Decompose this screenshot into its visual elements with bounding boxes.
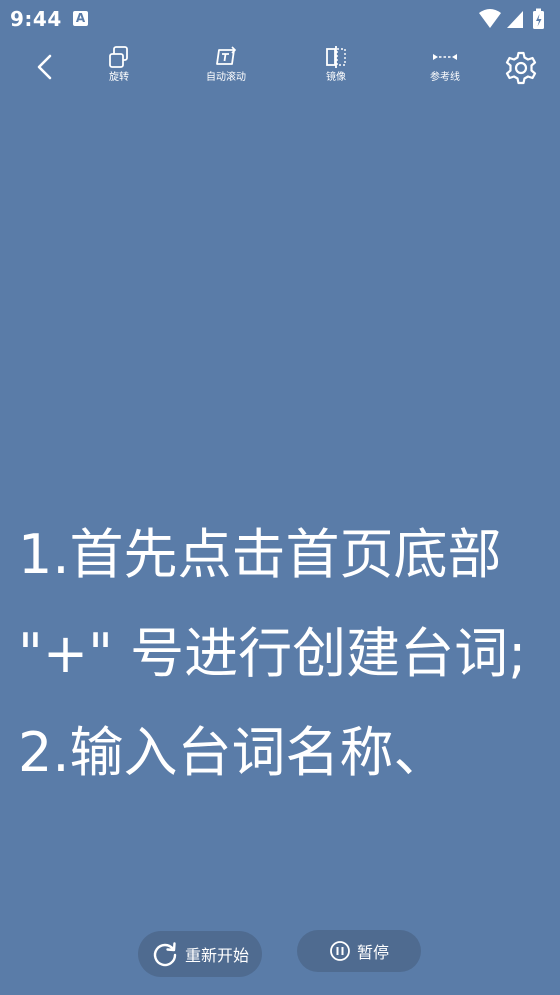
pause-button[interactable]: 暂停 [297, 930, 421, 972]
mirror-icon [326, 46, 346, 68]
wifi-icon [479, 9, 501, 28]
pause-icon [330, 941, 350, 961]
guide-line-icon [433, 54, 457, 60]
rotate-icon [109, 46, 128, 68]
auto-scroll-label: 自动滚动 [206, 72, 246, 83]
battery-icon [533, 8, 544, 29]
notification-a-icon: A [73, 11, 88, 26]
settings-button[interactable] [503, 50, 539, 86]
guide-line-button[interactable]: 参考线 [405, 44, 485, 92]
auto-scroll-icon [216, 46, 237, 65]
pause-label: 暂停 [356, 943, 389, 962]
refresh-icon [153, 942, 177, 967]
chevron-left-icon [37, 54, 52, 80]
status-icons [478, 7, 550, 31]
rotate-button[interactable]: 旋转 [79, 44, 159, 92]
gear-icon [505, 51, 537, 85]
teleprompter-screen: 9:44 A 旋转 自动滚动 镜像 参考线 1.首先点击首页底部 "+" 号进行… [0, 0, 560, 995]
mirror-button[interactable]: 镜像 [296, 44, 376, 92]
status-time: 9:44 [10, 7, 62, 31]
rotate-label: 旋转 [109, 72, 129, 83]
restart-button[interactable]: 重新开始 [138, 931, 262, 977]
cellular-signal-icon [507, 11, 523, 28]
restart-label: 重新开始 [184, 946, 249, 965]
auto-scroll-button[interactable]: 自动滚动 [186, 44, 266, 92]
toolbar: 旋转 自动滚动 镜像 参考线 [0, 40, 560, 96]
guide-line-label: 参考线 [430, 72, 460, 83]
back-button[interactable] [28, 50, 62, 84]
mirror-label: 镜像 [326, 72, 346, 83]
teleprompter-text-area[interactable]: 1.首先点击首页底部 "+" 号进行创建台词; 2.输入台词名称、 [0, 96, 560, 914]
teleprompter-text: 1.首先点击首页底部 "+" 号进行创建台词; 2.输入台词名称、 [18, 523, 527, 784]
status-bar: 9:44 A [0, 0, 560, 38]
